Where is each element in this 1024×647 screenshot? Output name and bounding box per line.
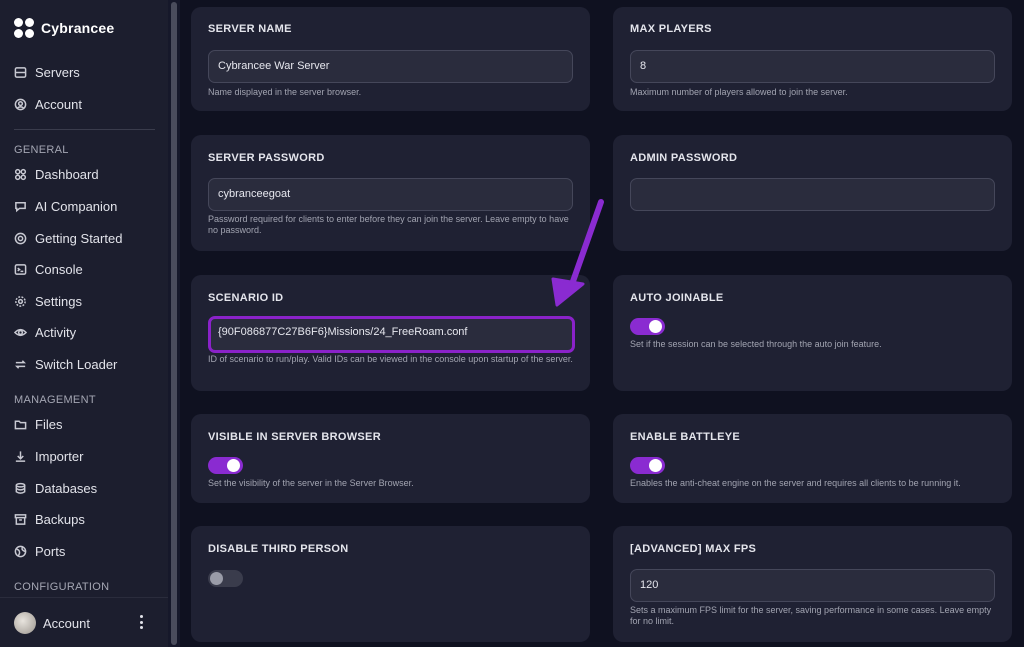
max-players-card: MAX PLAYERS 8 Maximum number of players … <box>613 7 1012 111</box>
card-title: [ADVANCED] MAX FPS <box>630 543 757 555</box>
admin-password-card: ADMIN PASSWORD <box>613 135 1012 251</box>
auto-joinable-card: AUTO JOINABLE Set if the session can be … <box>613 275 1012 391</box>
download-icon <box>15 450 26 462</box>
card-title: SCENARIO ID <box>208 292 284 304</box>
toggle-knob <box>649 459 662 472</box>
lifebuoy-icon <box>14 232 27 244</box>
card-title: MAX PLAYERS <box>630 23 712 35</box>
max-fps-card: [ADVANCED] MAX FPS 120 Sets a maximum FP… <box>613 526 1012 642</box>
sidebar-item-backups[interactable]: Backups <box>14 508 85 530</box>
auto-joinable-toggle[interactable] <box>630 318 665 335</box>
server-icon <box>14 66 27 78</box>
swap-icon <box>14 359 27 369</box>
help-text: Password required for clients to enter b… <box>208 214 569 235</box>
gear-icon <box>15 295 26 307</box>
card-title: ENABLE BATTLEYE <box>630 431 741 443</box>
sidebar-item-files[interactable]: Files <box>14 413 62 435</box>
archive-icon <box>14 513 27 525</box>
sidebar-item-label: Backups <box>35 511 85 527</box>
sidebar-item-label: Switch Loader <box>35 356 118 372</box>
visible-in-browser-card: VISIBLE IN SERVER BROWSER Set the visibi… <box>191 414 590 503</box>
server-password-card: SERVER PASSWORD cybranceegoat Password r… <box>191 135 590 251</box>
help-text: Set if the session can be selected throu… <box>630 339 882 349</box>
sidebar-item-label: Ports <box>35 543 66 559</box>
grid-icon <box>14 168 27 180</box>
disable-third-person-card: DISABLE THIRD PERSON <box>191 526 590 642</box>
sidebar-item-label: Dashboard <box>35 166 99 182</box>
help-text: Enables the anti-cheat engine on the ser… <box>630 478 961 488</box>
sidebar-item-label: Servers <box>35 64 80 80</box>
eye-icon <box>14 328 27 336</box>
card-title: ADMIN PASSWORD <box>630 152 738 164</box>
toggle-knob <box>649 320 662 333</box>
visible-in-browser-toggle[interactable] <box>208 457 243 474</box>
more-vertical-icon[interactable] <box>136 613 146 631</box>
terminal-icon <box>14 263 27 275</box>
enable-battleye-card: ENABLE BATTLEYE Enables the anti-cheat e… <box>613 414 1012 503</box>
brand[interactable]: Cybrancee <box>14 16 114 40</box>
four-dots-logo-icon <box>14 17 35 39</box>
sidebar: Cybrancee Servers Account GENERAL Dashbo… <box>0 0 168 647</box>
nav-heading-management: MANAGEMENT <box>14 394 96 406</box>
server-name-input[interactable]: Cybrancee War Server <box>208 50 573 83</box>
sidebar-item-account[interactable]: Account <box>14 93 82 115</box>
sidebar-item-ports[interactable]: Ports <box>14 540 65 562</box>
sidebar-item-label: Settings <box>35 293 82 309</box>
help-text: ID of scenario to run/play. Valid IDs ca… <box>208 354 573 364</box>
card-title: DISABLE THIRD PERSON <box>208 543 349 555</box>
sidebar-item-label: Getting Started <box>35 230 123 246</box>
sidebar-item-console[interactable]: Console <box>14 258 83 280</box>
server-name-card: SERVER NAME Cybrancee War Server Name di… <box>191 7 590 111</box>
server-password-input[interactable]: cybranceegoat <box>208 178 573 211</box>
sidebar-item-label: Console <box>35 261 83 277</box>
sidebar-item-importer[interactable]: Importer <box>14 445 83 467</box>
help-text: Name displayed in the server browser. <box>208 87 362 97</box>
sidebar-item-activity[interactable]: Activity <box>14 321 76 343</box>
scenario-id-input[interactable]: {90F086877C27B6F6}Missions/24_FreeRoam.c… <box>208 316 575 353</box>
toggle-knob <box>227 459 240 472</box>
help-text: Maximum number of players allowed to joi… <box>630 87 848 97</box>
help-text: Sets a maximum FPS limit for the server,… <box>630 605 992 626</box>
nav-heading-general: GENERAL <box>14 144 69 156</box>
card-title: SERVER NAME <box>208 23 292 35</box>
max-players-input[interactable]: 8 <box>630 50 995 83</box>
chat-icon <box>15 201 26 212</box>
scenario-id-card: SCENARIO ID {90F086877C27B6F6}Missions/2… <box>191 275 590 391</box>
sidebar-item-getting-started[interactable]: Getting Started <box>14 227 122 249</box>
nav-heading-configuration: CONFIGURATION <box>14 581 110 593</box>
sidebar-item-switch-loader[interactable]: Switch Loader <box>14 353 117 375</box>
help-text: Set the visibility of the server in the … <box>208 478 414 488</box>
disable-third-person-toggle[interactable] <box>208 570 243 587</box>
card-title: SERVER PASSWORD <box>208 152 325 164</box>
avatar <box>14 612 36 634</box>
account-footer-label: Account <box>43 616 90 631</box>
sidebar-item-databases[interactable]: Databases <box>14 477 97 499</box>
card-title: VISIBLE IN SERVER BROWSER <box>208 431 381 443</box>
sidebar-item-label: Files <box>35 416 63 432</box>
user-circle-icon <box>14 98 27 110</box>
admin-password-input[interactable] <box>630 178 995 211</box>
folder-icon <box>14 420 27 429</box>
sidebar-scroll-thumb[interactable] <box>171 2 177 645</box>
globe-icon <box>14 545 27 557</box>
sidebar-item-label: Databases <box>35 480 98 496</box>
enable-battleye-toggle[interactable] <box>630 457 665 474</box>
sidebar-item-label: Importer <box>35 448 84 464</box>
max-fps-input[interactable]: 120 <box>630 569 995 602</box>
sidebar-item-ai-companion[interactable]: AI Companion <box>14 195 117 217</box>
sidebar-item-label: AI Companion <box>35 198 118 214</box>
database-icon <box>15 482 26 494</box>
card-title: AUTO JOINABLE <box>630 292 724 304</box>
sidebar-item-servers[interactable]: Servers <box>14 61 80 83</box>
nav-divider <box>14 129 155 130</box>
toggle-knob <box>210 572 223 585</box>
brand-name: Cybrancee <box>41 20 115 36</box>
account-footer[interactable]: Account <box>0 597 168 647</box>
sidebar-item-settings[interactable]: Settings <box>14 290 82 312</box>
sidebar-item-label: Account <box>35 96 82 112</box>
sidebar-item-dashboard[interactable]: Dashboard <box>14 163 99 185</box>
sidebar-item-label: Activity <box>35 324 77 340</box>
